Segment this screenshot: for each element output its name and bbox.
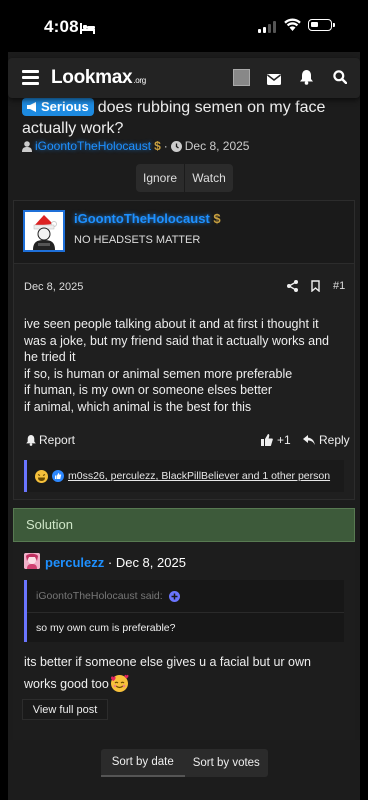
solution-text-line: its better if someone else gives u a fac… — [24, 655, 311, 669]
post-body: ive seen people talking about it and at … — [24, 316, 346, 415]
thread-author-link[interactable]: iGoontoTheHolocaust — [35, 139, 151, 153]
sort-by-date-tab[interactable]: Sort by date — [101, 749, 185, 777]
meta-separator: · — [163, 139, 168, 153]
thread-meta: iGoontoTheHolocaust $ · Dec 8, 2025 — [22, 139, 249, 153]
prefix-badge[interactable]: Serious — [22, 98, 94, 116]
sort-by-votes-tab[interactable]: Sort by votes — [185, 749, 269, 777]
mail-icon[interactable] — [267, 72, 281, 90]
search-icon[interactable] — [333, 70, 348, 89]
cellular-signal-icon — [258, 21, 276, 33]
quote-text: so my own cum is preferable? — [36, 622, 176, 634]
dollar-badge-icon: $ — [213, 211, 221, 226]
ignore-button[interactable]: Ignore — [136, 164, 184, 192]
smiling-hearts-emoji-icon — [110, 674, 129, 692]
thumbs-up-icon — [261, 434, 273, 446]
solution-separator: · — [107, 555, 116, 570]
view-full-post-button[interactable]: View full post — [22, 699, 108, 720]
solution-label: Solution — [26, 517, 73, 532]
wifi-icon — [284, 18, 301, 36]
post-author-link[interactable]: iGoontoTheHolocaust — [74, 211, 210, 226]
solution-author-link[interactable]: perculezz — [45, 555, 104, 570]
quote-divider — [27, 612, 344, 613]
sort-tabs: Sort by date Sort by votes — [101, 749, 268, 777]
megaphone-icon — [27, 102, 36, 112]
status-time: 4:08 — [44, 17, 79, 36]
solution-text-line: works good too — [24, 676, 109, 691]
report-bell-icon — [26, 434, 36, 446]
post-body-line: if human, is my own or someone elses bet… — [24, 383, 273, 397]
reply-arrow-icon — [303, 435, 315, 445]
post-number[interactable]: #1 — [333, 280, 345, 292]
solution-header: perculezz · Dec 8, 2025 — [45, 555, 186, 570]
quote-attribution[interactable]: iGoontoTheHolocaust said: — [36, 590, 180, 602]
like-count: +1 — [277, 433, 291, 447]
laughing-emoji-icon — [35, 469, 48, 483]
user-avatar[interactable] — [23, 210, 65, 252]
solution-user-avatar[interactable] — [24, 553, 40, 569]
thread-actions: Ignore Watch — [136, 164, 233, 192]
sleep-mode-icon — [80, 21, 95, 39]
site-logo[interactable]: Lookmax.org — [51, 67, 146, 89]
share-icon[interactable] — [287, 279, 298, 297]
user-icon — [22, 140, 32, 152]
like-reaction-icon — [52, 470, 64, 482]
dollar-badge-icon: $ — [154, 139, 161, 153]
post-date[interactable]: Dec 8, 2025 — [24, 281, 83, 293]
like-button[interactable]: +1 — [261, 433, 291, 447]
post-body-line: he tried it — [24, 350, 76, 364]
watch-button[interactable]: Watch — [184, 164, 233, 192]
account-avatar[interactable] — [233, 69, 250, 86]
thread-title: Serious does rubbing semen on my face act… — [22, 97, 348, 139]
prefix-label: Serious — [41, 99, 89, 114]
battery-icon — [308, 19, 335, 31]
report-label: Report — [39, 433, 76, 447]
report-button[interactable]: Report — [26, 433, 75, 447]
clock-icon — [170, 140, 182, 152]
bookmark-icon[interactable] — [311, 279, 320, 297]
solution-text: its better if someone else gives u a fac… — [24, 654, 354, 693]
reply-label: Reply — [319, 433, 350, 447]
post-body-line: if animal, which animal is the best for … — [24, 399, 252, 414]
user-title: NO HEADSETS MATTER — [74, 234, 201, 246]
logo-text: Lookmax — [51, 67, 133, 88]
reactions-text: m0ss26, perculezz, BlackPillBeliever and… — [68, 470, 331, 482]
bell-icon[interactable] — [300, 70, 313, 90]
menu-icon[interactable] — [22, 70, 39, 85]
post-body-line: was a joke, but my friend said that it a… — [24, 333, 330, 348]
expand-quote-icon[interactable] — [168, 590, 180, 602]
post-body-line: ive seen people talking about it and at … — [24, 317, 319, 331]
logo-suffix: .org — [133, 76, 146, 85]
post-author-name[interactable]: iGoontoTheHolocaust $ — [74, 211, 221, 226]
post-body-line: if so, is human or animal semen more pre… — [24, 366, 293, 381]
thread-date[interactable]: Dec 8, 2025 — [185, 139, 250, 153]
reply-button[interactable]: Reply — [303, 433, 350, 447]
reactions-bar[interactable]: m0ss26, perculezz, BlackPillBeliever and… — [24, 460, 344, 492]
quote-attribution-text: iGoontoTheHolocaust said: — [36, 590, 163, 602]
solution-date[interactable]: Dec 8, 2025 — [116, 555, 186, 570]
